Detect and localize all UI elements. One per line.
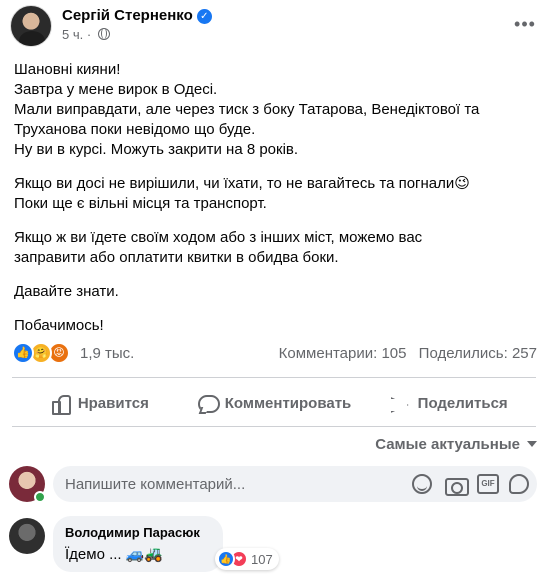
post-body: Шановні кияни! Завтра у мене вирок в Оде… <box>14 60 539 350</box>
share-arrow-icon <box>390 393 410 413</box>
comments-count[interactable]: Комментарии: 105 <box>279 345 407 362</box>
share-button[interactable]: Поделиться <box>361 386 536 420</box>
chevron-down-icon <box>527 441 537 447</box>
emoji-icon[interactable] <box>412 474 432 494</box>
post-line: заправити або оплатити квитки в обидва б… <box>14 249 339 266</box>
like-label: Нравится <box>77 394 149 412</box>
share-label: Поделиться <box>417 394 508 412</box>
divider <box>12 377 536 378</box>
comment-composer: GIF <box>9 466 537 504</box>
reaction-icons[interactable]: 👍 🤗 😡 <box>12 342 74 364</box>
post-paragraph-4: Давайте знати. <box>14 282 539 302</box>
sort-label: Самые актуальные <box>375 436 520 453</box>
post-line: Побачимось! <box>14 317 104 334</box>
post-line: Труханова поки невідомо що буде. <box>14 121 256 138</box>
thumbs-up-icon <box>50 393 71 415</box>
post-line: Давайте знати. <box>14 283 119 300</box>
post-line: Шановні кияни! <box>14 61 121 78</box>
comment-text: Їдемо ... 🚙🚜 <box>65 546 164 563</box>
gif-icon[interactable]: GIF <box>477 474 499 494</box>
verified-badge-icon: ✓ <box>196 9 212 24</box>
like-button[interactable]: Нравится <box>12 386 187 420</box>
post-line: Завтра у мене вирок в Одесі. <box>14 81 218 98</box>
like-icon: 👍 <box>12 342 34 364</box>
author-name-text[interactable]: Сергій Стерненко <box>62 7 193 24</box>
author-name[interactable]: Сергій Стерненко ✓ <box>62 7 212 24</box>
comment-box: GIF <box>53 466 537 502</box>
comment-label: Комментировать <box>224 394 352 412</box>
post-header: Сергій Стерненко ✓ 5 ч. · ••• <box>10 5 540 47</box>
post-line: Мали виправдати, але через тиск з боку Т… <box>14 101 480 118</box>
comment-item: Володимир Парасюк Їдемо ... 🚙🚜 👍 ❤ 107 <box>9 516 537 572</box>
speech-bubble-icon <box>197 393 220 413</box>
post-paragraph-3: Якщо ж ви їдете своїм ходом або з інших … <box>14 228 539 268</box>
commenter-name[interactable]: Володимир Парасюк <box>65 524 211 541</box>
reaction-count[interactable]: 1,9 тыс. <box>80 345 134 362</box>
comment-input[interactable] <box>65 466 395 502</box>
sticker-icon[interactable] <box>509 474 529 494</box>
post-line: Якщо ж ви їдете своїм ходом або з інших … <box>14 229 423 246</box>
comment-button[interactable]: Комментировать <box>187 386 362 420</box>
reactions-summary: 👍 🤗 😡 1,9 тыс. Комментарии: 105 Поделили… <box>12 342 537 366</box>
divider <box>12 426 536 427</box>
commenter-avatar[interactable] <box>9 518 45 554</box>
post-line: Поки ще є вільні місця та транспорт. <box>14 195 267 212</box>
post-paragraph-2: Якщо ви досі не вирішили, чи їхати, то н… <box>14 174 539 214</box>
comment-reaction-count: 107 <box>251 551 273 567</box>
engagement-counts: Комментарии: 105 Поделились: 257 <box>279 345 537 362</box>
globe-icon <box>97 28 110 40</box>
shares-count[interactable]: Поделились: 257 <box>419 345 537 362</box>
comment-bubble: Володимир Парасюк Їдемо ... 🚙🚜 <box>53 516 223 572</box>
comment-sort-dropdown[interactable]: Самые актуальные <box>375 436 537 453</box>
post-meta: 5 ч. · <box>62 27 110 42</box>
post-line: Якщо ви досі не вирішили, чи їхати, то н… <box>14 175 470 192</box>
camera-icon[interactable] <box>445 474 469 496</box>
online-status-icon <box>34 491 46 503</box>
post-paragraph-5: Побачимось! <box>14 316 539 336</box>
like-icon: 👍 <box>217 550 235 568</box>
post-paragraph-1: Шановні кияни! Завтра у мене вирок в Оде… <box>14 60 539 160</box>
comment-reactions[interactable]: 👍 ❤ 107 <box>215 548 279 570</box>
post-actions: Нравится Комментировать Поделиться <box>12 386 536 420</box>
more-options-button[interactable]: ••• <box>512 13 538 39</box>
post-time[interactable]: 5 ч. <box>62 27 83 42</box>
author-avatar[interactable] <box>10 5 52 47</box>
post-line: Ну ви в курсі. Можуть закрити на 8 років… <box>14 141 299 158</box>
